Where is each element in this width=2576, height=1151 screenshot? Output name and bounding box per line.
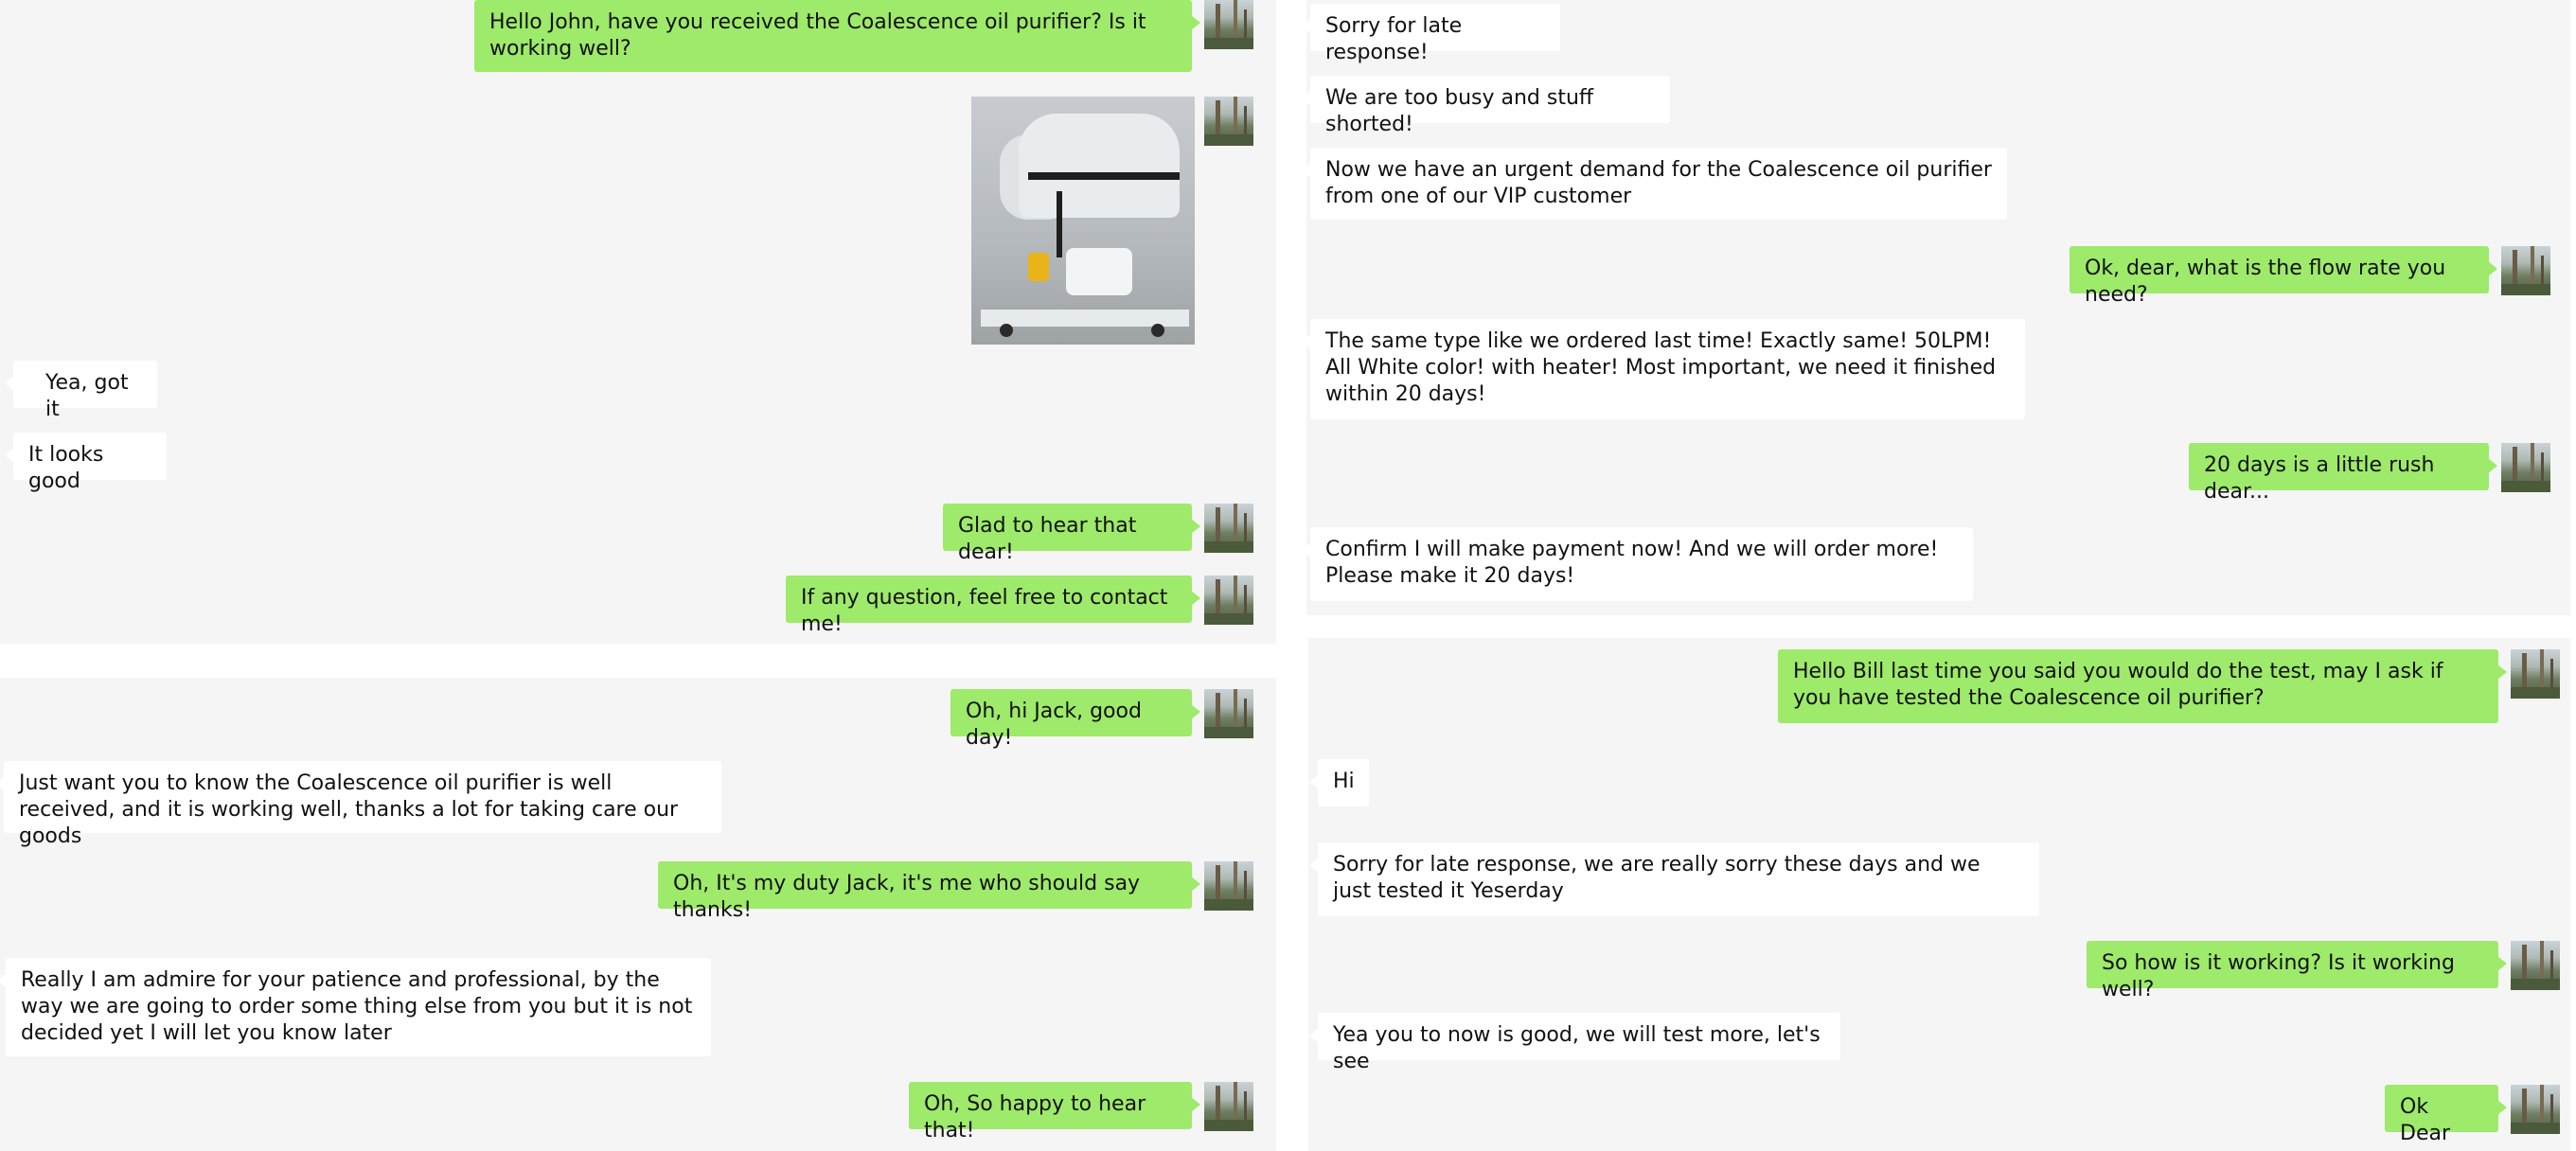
avatar[interactable] (1204, 576, 1253, 625)
message-incoming: Sorry for late response, we are really s… (1309, 842, 2039, 916)
message-outgoing: Ok, dear, what is the flow rate you need… (2070, 246, 2497, 307)
message-outgoing: Oh, It's my duty Jack, it's me who shoul… (658, 861, 1200, 922)
chat-panel-1: Hello John, have you received the Coales… (0, 0, 1276, 644)
avatar[interactable] (1204, 689, 1253, 738)
message-outgoing: Glad to hear that dear! (943, 504, 1200, 564)
avatar[interactable] (2511, 649, 2560, 699)
message-incoming: Sorry for late response! (1306, 4, 1560, 64)
avatar[interactable] (1204, 1082, 1253, 1131)
avatar[interactable] (2501, 443, 2550, 492)
message-incoming: Just want you to know the Coalescence oi… (0, 761, 721, 848)
message-outgoing: Oh, So happy to hear that! (909, 1082, 1200, 1142)
avatar[interactable] (1204, 861, 1253, 911)
message-incoming: Now we have an urgent demand for the Coa… (1306, 148, 2007, 220)
message-outgoing: 20 days is a little rush dear... (2189, 443, 2497, 504)
message-outgoing: So how is it working? Is it working well… (2087, 941, 2507, 1001)
message-outgoing: Oh, hi Jack, good day! (950, 689, 1200, 750)
message-outgoing: Hello Bill last time you said you would … (1778, 649, 2507, 723)
avatar[interactable] (1204, 504, 1253, 553)
message-outgoing: Ok Dear (2385, 1085, 2507, 1145)
message-incoming: Yea, got it (5, 361, 157, 421)
message-incoming: Yea you to now is good, we will test mor… (1309, 1013, 1840, 1073)
message-incoming: Hi (1309, 759, 1369, 806)
message-outgoing: If any question, feel free to contact me… (786, 576, 1200, 636)
message-incoming: Really I am admire for your patience and… (0, 958, 711, 1056)
message-incoming: We are too busy and stuff shorted! (1306, 76, 1670, 136)
message-incoming: It looks good (5, 433, 167, 493)
avatar[interactable] (2501, 246, 2550, 295)
message-incoming: Confirm I will make payment now! And we … (1306, 527, 1973, 601)
avatar[interactable] (2511, 1085, 2560, 1134)
chat-panel-2: Oh, hi Jack, good day! Just want you to … (0, 678, 1276, 1151)
message-incoming: The same type like we ordered last time!… (1306, 319, 2025, 419)
chat-panel-3: Sorry for late response! We are too busy… (1306, 0, 2570, 615)
avatar[interactable] (2511, 941, 2560, 990)
avatar[interactable] (1204, 0, 1253, 49)
message-outgoing: Hello John, have you received the Coales… (474, 0, 1200, 72)
avatar[interactable] (1204, 97, 1253, 146)
chat-panel-4: Hello Bill last time you said you would … (1308, 638, 2570, 1151)
oil-purifier-photo[interactable] (971, 97, 1195, 345)
